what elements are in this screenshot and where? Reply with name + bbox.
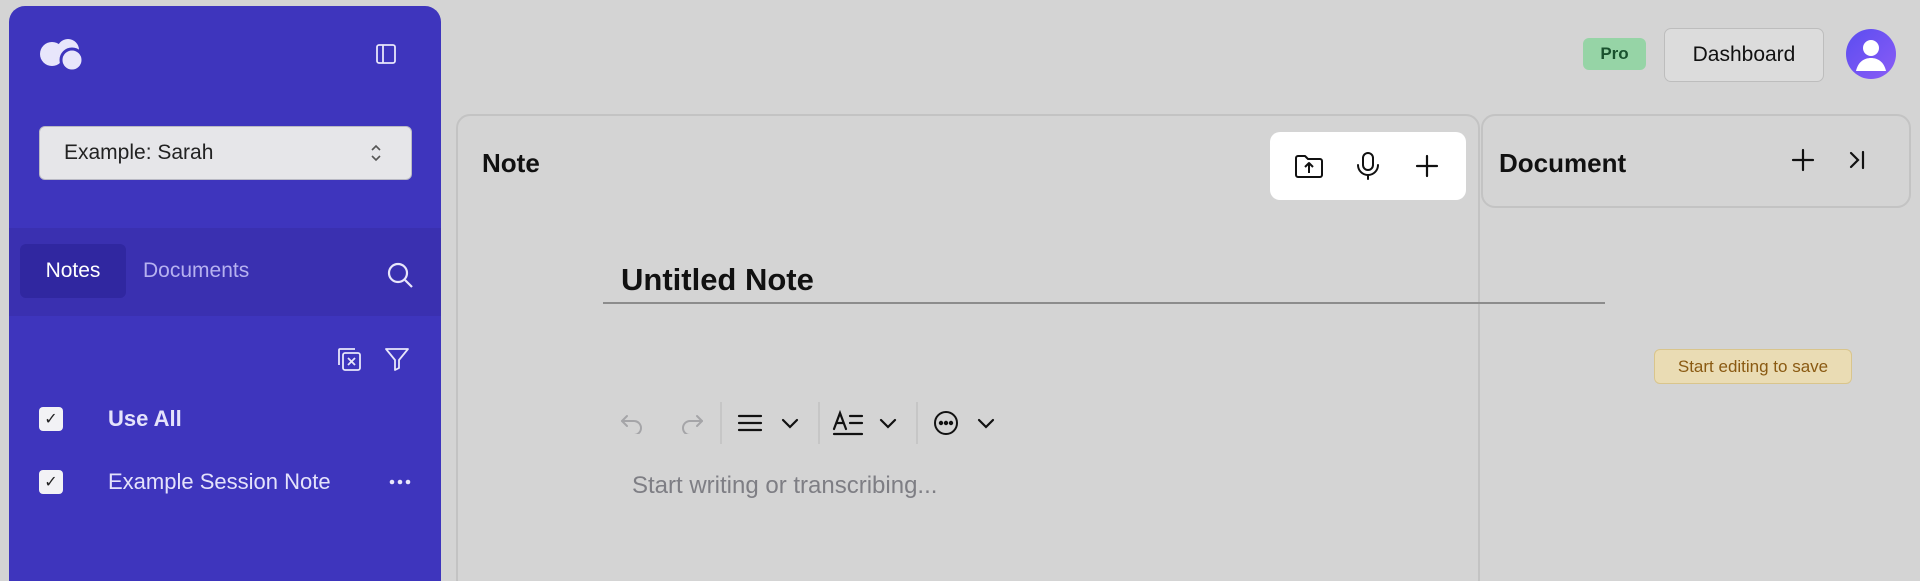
toolbar-divider (916, 402, 918, 444)
plus-icon[interactable] (1409, 148, 1445, 184)
text-style-icon[interactable] (828, 403, 868, 443)
list-item-label: Example Session Note (108, 469, 331, 494)
chevron-down-icon[interactable] (770, 403, 810, 443)
more-horizontal-icon[interactable] (387, 470, 413, 494)
undo-icon[interactable] (612, 403, 652, 443)
app-logo-icon[interactable] (38, 36, 90, 74)
client-select-value: Example: Sarah (64, 141, 214, 164)
pro-badge: Pro (1583, 38, 1646, 70)
tab-notes[interactable]: Notes (20, 244, 126, 298)
upload-folder-icon[interactable] (1291, 148, 1327, 184)
chevron-down-icon[interactable] (966, 403, 1006, 443)
tab-documents[interactable]: Documents (131, 244, 249, 298)
editor-placeholder[interactable]: Start writing or transcribing... (632, 472, 937, 500)
microphone-icon[interactable] (1350, 148, 1386, 184)
use-all-checkbox[interactable]: ✓ (39, 407, 63, 431)
toolbar-divider (818, 402, 820, 444)
save-status-badge: Start editing to save (1654, 349, 1852, 384)
note-title-input[interactable] (603, 258, 1605, 304)
document-panel: Document (1481, 114, 1911, 208)
editor-toolbar (612, 398, 1006, 448)
redo-icon[interactable] (672, 403, 712, 443)
note-panel-title: Note (482, 148, 540, 178)
note-panel: Note Start editing to save (456, 114, 1852, 581)
dashboard-button[interactable]: Dashboard (1664, 28, 1824, 82)
client-select[interactable]: Example: Sarah (39, 126, 412, 180)
chevron-down-icon[interactable] (868, 403, 908, 443)
clear-selection-icon[interactable] (335, 345, 363, 373)
chevron-up-down-icon (369, 143, 383, 169)
align-icon[interactable] (730, 403, 770, 443)
toolbar-divider (720, 402, 722, 444)
collapse-right-icon[interactable] (1839, 142, 1875, 178)
sidebar-tabbar: Notes Documents (9, 228, 441, 316)
list-item-label: Use All (108, 406, 182, 431)
search-icon[interactable] (385, 260, 415, 290)
list-item-use-all: ✓ Use All (39, 399, 419, 439)
sidebar-collapse-icon[interactable] (372, 40, 400, 68)
filter-icon[interactable] (383, 345, 411, 373)
user-avatar-icon[interactable] (1846, 29, 1896, 79)
more-circle-icon[interactable] (926, 403, 966, 443)
plus-icon[interactable] (1785, 142, 1821, 178)
session-note-checkbox[interactable]: ✓ (39, 470, 63, 494)
note-actions (1270, 132, 1466, 200)
sidebar: Example: Sarah Notes Documents ✓ Use All… (9, 6, 441, 581)
list-item-session-note[interactable]: ✓ Example Session Note (39, 462, 419, 502)
document-panel-title: Document (1499, 148, 1627, 178)
